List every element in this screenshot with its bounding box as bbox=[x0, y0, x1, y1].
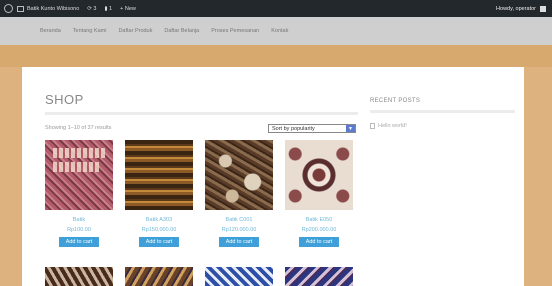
product-image[interactable] bbox=[285, 267, 353, 286]
title-divider bbox=[45, 112, 358, 115]
updates-count: 3 bbox=[93, 5, 97, 12]
product-image[interactable] bbox=[125, 267, 193, 286]
new-label: New bbox=[124, 5, 136, 12]
product-image[interactable] bbox=[125, 140, 193, 210]
site-name-label: Batik Kunto Wibisono bbox=[27, 5, 80, 12]
product-image[interactable] bbox=[285, 140, 353, 210]
product-card: Batik C001 Rp120.000.00 Add to cart bbox=[205, 140, 273, 247]
decoration bbox=[53, 148, 105, 158]
sidebar-divider bbox=[370, 110, 515, 113]
nav-item-daftar-produk[interactable]: Daftar Produk bbox=[118, 28, 152, 34]
chevron-down-icon[interactable]: ▼ bbox=[346, 125, 355, 132]
comments-link[interactable]: ▮ 1 bbox=[100, 0, 116, 17]
sort-selected-value: Sort by popularity bbox=[272, 125, 315, 132]
add-to-cart-button[interactable]: Add to cart bbox=[139, 237, 179, 247]
add-to-cart-button[interactable]: Add to cart bbox=[299, 237, 339, 247]
product-card: Batik E050 Rp200.000.00 Add to cart bbox=[285, 140, 353, 247]
product-name[interactable]: Batik C001 bbox=[205, 217, 273, 223]
product-image[interactable] bbox=[45, 140, 113, 210]
comments-count: 1 bbox=[109, 5, 113, 12]
wordpress-logo-icon[interactable] bbox=[4, 4, 13, 13]
product-price: Rp120.000.00 bbox=[221, 227, 257, 233]
page-title: SHOP bbox=[45, 92, 84, 107]
nav-item-proses-pemesanan[interactable]: Proses Pemesanan bbox=[211, 28, 259, 34]
product-name[interactable]: Batik A303 bbox=[125, 217, 193, 223]
nav-item-beranda[interactable]: Beranda bbox=[40, 28, 61, 34]
product-card: Batik A303 Rp150.000.00 Add to cart bbox=[125, 140, 193, 247]
recent-posts-title: RECENT POSTS bbox=[370, 98, 421, 104]
content-panel: SHOP Showing 1–10 of 37 results Sort by … bbox=[22, 67, 524, 286]
nav-item-kontak[interactable]: Kontak bbox=[271, 28, 288, 34]
document-icon bbox=[370, 123, 375, 129]
product-image[interactable] bbox=[45, 267, 113, 286]
sort-select[interactable]: Sort by popularity ▼ bbox=[268, 124, 356, 133]
updates-link[interactable]: ⟳ 3 bbox=[83, 0, 100, 17]
admin-bar: Batik Kunto Wibisono ⟳ 3 ▮ 1 + New Howdy… bbox=[0, 0, 552, 17]
product-image[interactable] bbox=[205, 267, 273, 286]
account-menu[interactable]: Howdy, operator bbox=[496, 5, 552, 12]
avatar bbox=[540, 5, 546, 12]
product-price: Rp150.000.00 bbox=[141, 227, 177, 233]
add-to-cart-button[interactable]: Add to cart bbox=[59, 237, 99, 247]
nav-item-daftar-belanja[interactable]: Daftar Belanja bbox=[164, 28, 199, 34]
site-name-link[interactable]: Batik Kunto Wibisono bbox=[13, 0, 83, 17]
product-card: Batik Rp100.00 Add to cart bbox=[45, 140, 113, 247]
greeting: Howdy, operator bbox=[496, 5, 536, 12]
home-icon bbox=[17, 5, 24, 12]
recent-post-label: Hello world! bbox=[378, 123, 407, 129]
main-navigation: Beranda Tentang Kami Daftar Produk Dafta… bbox=[0, 17, 552, 45]
nav-item-tentang-kami[interactable]: Tentang Kami bbox=[73, 28, 107, 34]
new-content-link[interactable]: + New bbox=[116, 0, 140, 17]
product-image[interactable] bbox=[205, 140, 273, 210]
product-name[interactable]: Batik E050 bbox=[285, 217, 353, 223]
recent-post-link[interactable]: Hello world! bbox=[370, 123, 407, 129]
product-name[interactable]: Batik bbox=[45, 217, 113, 223]
decoration bbox=[53, 162, 99, 172]
header-band bbox=[0, 45, 552, 67]
result-count: Showing 1–10 of 37 results bbox=[45, 125, 112, 131]
add-to-cart-button[interactable]: Add to cart bbox=[219, 237, 259, 247]
product-price: Rp200.000.00 bbox=[301, 227, 337, 233]
product-price: Rp100.00 bbox=[67, 227, 91, 233]
